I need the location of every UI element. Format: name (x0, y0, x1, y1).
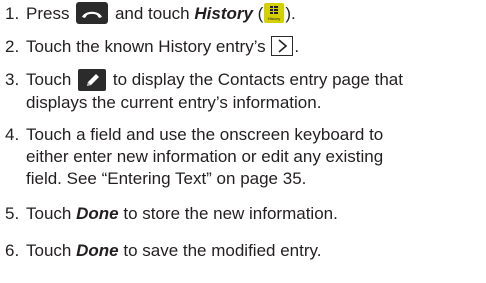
instruction-list: 1. Press and touch History ( History). … (0, 0, 486, 283)
done-label: Done (76, 204, 119, 223)
step-number: 1. (5, 4, 20, 23)
step-text: Press and touch History ( History ). (26, 1, 296, 26)
history-icon: History (264, 2, 285, 23)
phone-end-icon (76, 1, 109, 24)
step-number: 4. (5, 125, 20, 144)
done-label: Done (76, 241, 119, 260)
step-text: Touch Done to store the new information. (26, 204, 338, 223)
history-icon-caption: History (268, 16, 280, 21)
history-label: History (194, 4, 253, 23)
step-text: Touch to display the Contacts entry page… (26, 68, 403, 112)
step-text: Touch a field and use the onscreen keybo… (26, 125, 384, 188)
step-text: Touch Done to save the modified entry. (26, 241, 322, 260)
chevron-right-icon (271, 35, 294, 56)
step-number: 6. (5, 241, 20, 260)
pencil-edit-icon (78, 68, 107, 91)
step-number: 2. (5, 37, 20, 56)
step-number: 5. (5, 204, 20, 223)
step-number: 3. (5, 70, 20, 89)
step-text: Touch the known History entry’s . (26, 35, 300, 56)
